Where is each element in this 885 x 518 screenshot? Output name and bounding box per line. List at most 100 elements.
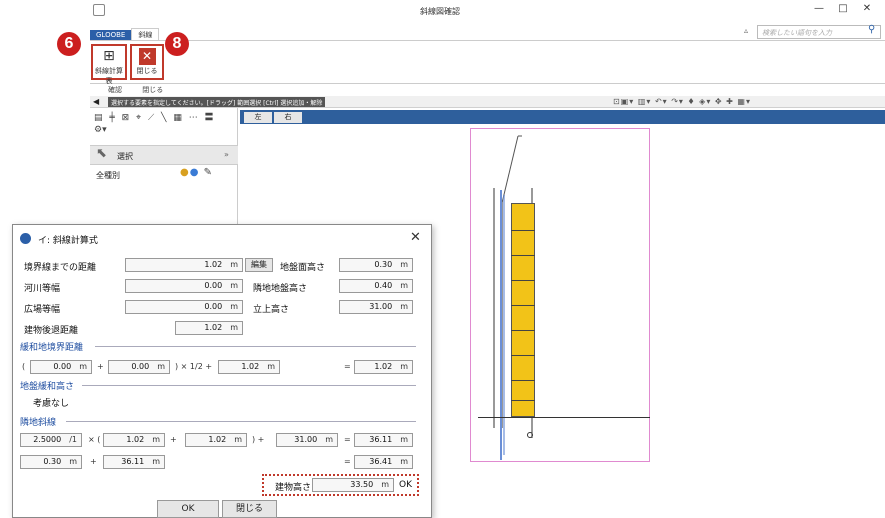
floor-line <box>511 230 535 231</box>
settings-icon[interactable]: ⚙▾ <box>94 125 107 135</box>
edit-button[interactable]: 編集 <box>245 258 273 272</box>
blue-measure-line <box>500 190 502 460</box>
close-ribbon-label: 閉じる <box>136 67 158 75</box>
group-label-confirm: 確認 <box>108 86 122 94</box>
slope-result1-field: 36.11 m <box>354 433 413 447</box>
neighbor-ground-height-field: 0.40 m <box>339 279 413 293</box>
blue-measure-line <box>503 195 505 455</box>
ground-height-field: 0.30 m <box>339 258 413 272</box>
building-section <box>511 203 535 417</box>
cursor-icon: ⬉ <box>96 146 107 161</box>
back-icon[interactable]: ◀ <box>93 97 99 106</box>
section-divider <box>82 385 416 386</box>
river-width-field: 0.00 m <box>125 279 243 293</box>
relax-a-field: 0.00 m <box>30 360 92 374</box>
dialog-close-button[interactable]: 閉じる <box>222 500 277 518</box>
floor-line <box>511 255 535 256</box>
maximize-button[interactable]: □ <box>832 3 854 17</box>
calc-table-button[interactable]: ⊞ 斜線計算表 <box>91 44 127 85</box>
rise-height-field: 31.00 m <box>339 300 413 314</box>
slope-ratio-field: 2.5000/1 <box>20 433 82 447</box>
view-tab-bar <box>240 110 885 124</box>
minimize-button[interactable]: — <box>808 3 830 17</box>
building-height-status: OK <box>399 480 412 490</box>
river-width-label: 河川等幅 <box>24 284 61 294</box>
plus-op: + <box>170 435 177 444</box>
ground-line <box>478 417 650 418</box>
app-icon <box>93 4 105 16</box>
setback-field: 1.02 m <box>175 321 243 335</box>
relax-c-field: 1.02 m <box>218 360 280 374</box>
relax-result-field: 1.02 m <box>354 360 413 374</box>
slope-f-field: 31.00 m <box>276 433 338 447</box>
slope-result2-field: 36.41 m <box>354 455 413 469</box>
rise-height-label: 立上高さ <box>253 305 290 315</box>
calc-table-label: 斜線計算表 <box>95 67 123 85</box>
floor-line <box>511 280 535 281</box>
boundary-distance-label: 境界線までの距離 <box>24 263 97 273</box>
tool-icons[interactable]: ▤ ╪ ⊠ ⌖ ⟋ ╲ ▦ ⋯ 〓 <box>94 110 216 123</box>
building-height-field: 33.50 m <box>312 478 394 492</box>
slope-g-field: 0.30 m <box>20 455 82 469</box>
half-op: ) × 1/2 + <box>175 362 213 371</box>
boundary-distance-field: 1.02 m <box>125 258 243 272</box>
neighbor-slope-section-title: 隣地斜線 <box>20 418 57 428</box>
step-badge-8: 8 <box>165 32 189 56</box>
ground-relax-value: 考慮なし <box>33 399 70 409</box>
close-plus-op: ) + <box>252 435 265 444</box>
relax-b-field: 0.00 m <box>108 360 170 374</box>
slope-h-field: 36.11 m <box>103 455 165 469</box>
times-op: × ( <box>88 435 101 444</box>
point-marker <box>527 432 533 438</box>
ok-button[interactable]: OK <box>157 500 219 518</box>
dialog-close-icon[interactable]: ✕ <box>410 230 421 245</box>
command-message: 選択する要素を指定してください。[ドラッグ] 範囲選択 [Ctrl] 選択追加・… <box>108 97 326 107</box>
select-row[interactable] <box>90 145 238 165</box>
window-title: 斜線図確認 <box>420 7 460 16</box>
ground-relax-section-title: 地盤緩和高さ <box>20 382 75 392</box>
plaza-width-field: 0.00 m <box>125 300 243 314</box>
dialog-app-icon <box>20 233 31 244</box>
floor-line <box>511 330 535 331</box>
plus-op: + <box>97 362 104 371</box>
title-bar <box>90 0 885 22</box>
slope-d-field: 1.02 m <box>103 433 165 447</box>
section-divider <box>66 421 416 422</box>
setback-label: 建物後退距離 <box>24 326 79 336</box>
equals-op: = <box>344 362 351 371</box>
group-label-close: 閉じる <box>142 86 164 94</box>
open-paren: ( <box>22 362 26 371</box>
section-divider <box>95 346 416 347</box>
neighbor-ground-height-label: 隣地地盤高さ <box>253 284 308 294</box>
slope-e-field: 1.02 m <box>185 433 247 447</box>
equals-op: = <box>344 435 351 444</box>
collapse-icon[interactable]: » <box>224 150 229 159</box>
building-height-label: 建物高さ <box>275 483 312 493</box>
type-label[interactable]: 全種別 <box>96 170 120 181</box>
ribbon-tabs: GLOOBE 斜線 <box>90 28 160 42</box>
dialog-title: イ: 斜線計算式 <box>38 236 98 246</box>
tab-left[interactable]: 左 <box>244 112 272 123</box>
ground-height-label: 地盤面高さ <box>280 263 326 273</box>
search-input[interactable]: 検索したい語句を入力 <box>757 25 881 39</box>
view-toolbar[interactable]: ⊡▣▾ ▥▾ ↶▾ ↷▾ ♦ ◈▾ ✥ ✚ ▦▾ <box>613 97 751 106</box>
step-badge-6: 6 <box>57 32 81 56</box>
collapse-ribbon-icon[interactable]: ▵ <box>744 26 748 35</box>
equals-op: = <box>344 457 351 466</box>
floor-line <box>511 305 535 306</box>
ribbon-group-labels: 確認 閉じる <box>90 85 240 96</box>
type-filter-icons[interactable]: ●● ✎ <box>180 167 213 178</box>
close-ribbon-button[interactable]: ✕ 閉じる <box>130 44 164 80</box>
plus-op: + <box>90 457 97 466</box>
relax-boundary-section-title: 緩和地境界距離 <box>20 343 84 353</box>
ribbon <box>90 40 885 84</box>
search-icon[interactable]: ⚲ <box>868 24 875 35</box>
floor-line <box>511 355 535 356</box>
close-window-button[interactable]: ✕ <box>856 3 878 17</box>
tab-shasen[interactable]: 斜線 <box>131 28 160 40</box>
close-icon: ✕ <box>138 48 156 65</box>
calc-table-icon: ⊞ <box>103 48 115 64</box>
floor-line <box>511 380 535 381</box>
select-label: 選択 <box>117 152 133 161</box>
tab-right[interactable]: 右 <box>274 112 302 123</box>
